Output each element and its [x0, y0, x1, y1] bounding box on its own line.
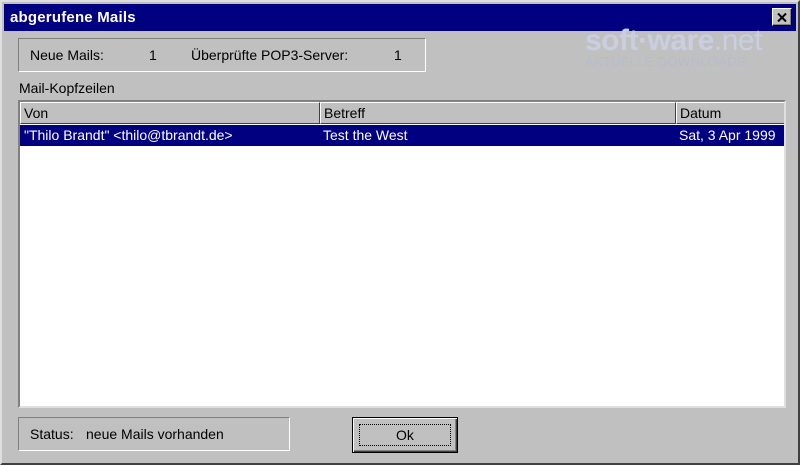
status-value: neue Mails vorhanden	[86, 426, 224, 442]
new-mails-count: 1	[149, 47, 157, 63]
dialog-window: abgerufene Mails Neue Mails: 1 Überprüft…	[0, 0, 800, 465]
status-panel: Status: neue Mails vorhanden	[18, 417, 290, 451]
column-header-from[interactable]: Von	[20, 102, 320, 124]
watermark-brand: soft·ware.net	[585, 24, 762, 57]
list-header: Von Betreff Datum	[20, 102, 784, 124]
mail-headers-label: Mail-Kopfzeilen	[19, 80, 115, 96]
mail-headers-list[interactable]: Von Betreff Datum "Thilo Brandt" <thilo@…	[18, 100, 786, 408]
summary-panel: Neue Mails: 1 Überprüfte POP3-Server: 1	[18, 38, 426, 72]
close-icon	[777, 12, 787, 22]
row-from: "Thilo Brandt" <thilo@tbrandt.de>	[24, 127, 233, 143]
servers-count: 1	[394, 47, 402, 63]
list-item[interactable]: "Thilo Brandt" <thilo@tbrandt.de> Test t…	[20, 125, 784, 146]
column-header-date[interactable]: Datum	[676, 102, 784, 124]
row-subject: Test the West	[323, 127, 408, 143]
close-button[interactable]	[772, 8, 792, 26]
column-header-subject[interactable]: Betreff	[320, 102, 676, 124]
ok-button-label: Ok	[396, 427, 414, 443]
row-date: Sat, 3 Apr 1999	[679, 127, 776, 143]
status-label: Status:	[30, 426, 74, 442]
watermark-tagline: AKTUELLE DOWNLOADS	[585, 54, 746, 69]
servers-label: Überprüfte POP3-Server:	[191, 47, 349, 63]
window-title: abgerufene Mails	[10, 9, 136, 26]
ok-button[interactable]: Ok	[352, 417, 458, 453]
new-mails-label: Neue Mails:	[30, 47, 104, 63]
